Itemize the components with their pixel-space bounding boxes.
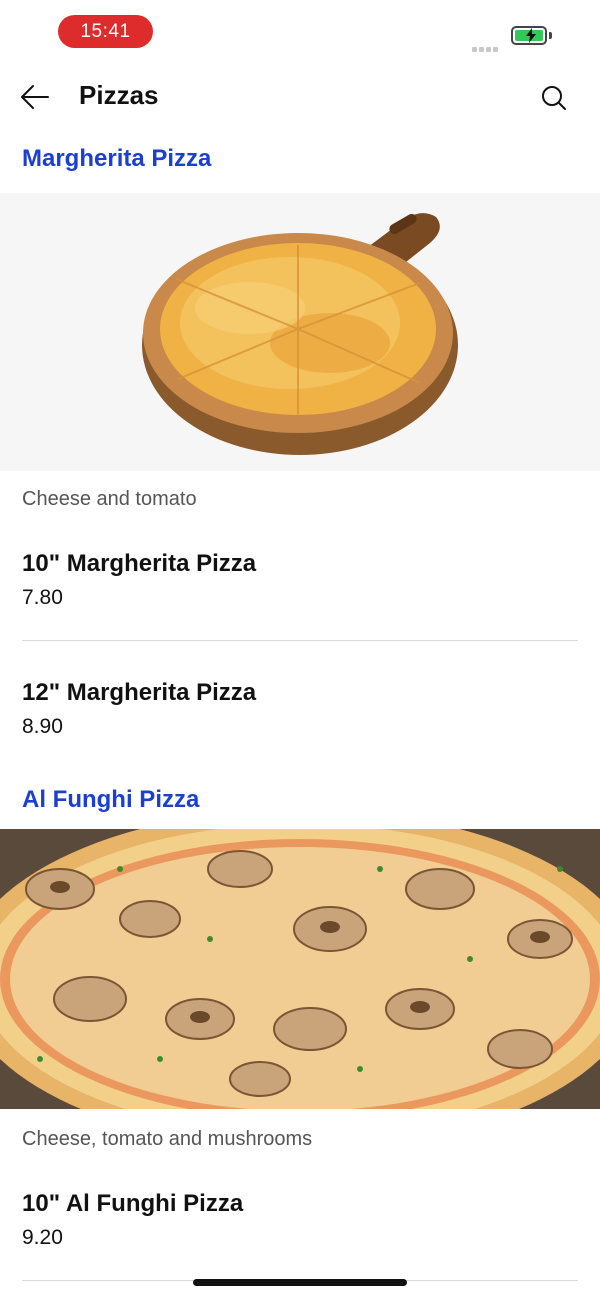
menu-item-10-al-funghi[interactable]: 10" Al Funghi Pizza 9.20 bbox=[22, 1190, 578, 1250]
margherita-pizza-image bbox=[0, 193, 600, 471]
item-name: 10" Margherita Pizza bbox=[22, 550, 257, 577]
section-title-margherita: Margherita Pizza bbox=[22, 145, 212, 172]
menu-item-12-margherita[interactable]: 12" Margherita Pizza 8.90 bbox=[22, 679, 578, 739]
signal-icon bbox=[472, 39, 500, 57]
charging-bolt-icon bbox=[526, 28, 536, 43]
page-title: Pizzas bbox=[79, 80, 159, 110]
section-title-al-funghi: Al Funghi Pizza bbox=[22, 786, 200, 813]
item-name: 12" Margherita Pizza bbox=[22, 679, 257, 706]
menu-item-10-margherita[interactable]: 10" Margherita Pizza 7.80 bbox=[22, 550, 578, 610]
battery-icon bbox=[511, 26, 547, 45]
home-indicator[interactable] bbox=[193, 1279, 407, 1286]
search-button[interactable] bbox=[538, 82, 570, 114]
item-price: 8.90 bbox=[22, 715, 63, 738]
section-description-al-funghi: Cheese, tomato and mushrooms bbox=[22, 1128, 313, 1150]
section-description-margherita: Cheese and tomato bbox=[22, 488, 197, 510]
al-funghi-pizza-image bbox=[0, 829, 600, 1109]
status-bar: 15:41 bbox=[0, 0, 600, 62]
app-header: Pizzas bbox=[0, 62, 600, 132]
search-icon bbox=[542, 86, 566, 110]
status-time: 15:41 bbox=[58, 15, 153, 48]
item-price: 9.20 bbox=[22, 1226, 63, 1249]
battery-cap bbox=[549, 32, 552, 39]
divider bbox=[22, 640, 578, 641]
item-price: 7.80 bbox=[22, 586, 63, 609]
item-name: 10" Al Funghi Pizza bbox=[22, 1190, 244, 1217]
arrow-left-icon bbox=[21, 85, 49, 109]
back-button[interactable] bbox=[18, 82, 52, 112]
